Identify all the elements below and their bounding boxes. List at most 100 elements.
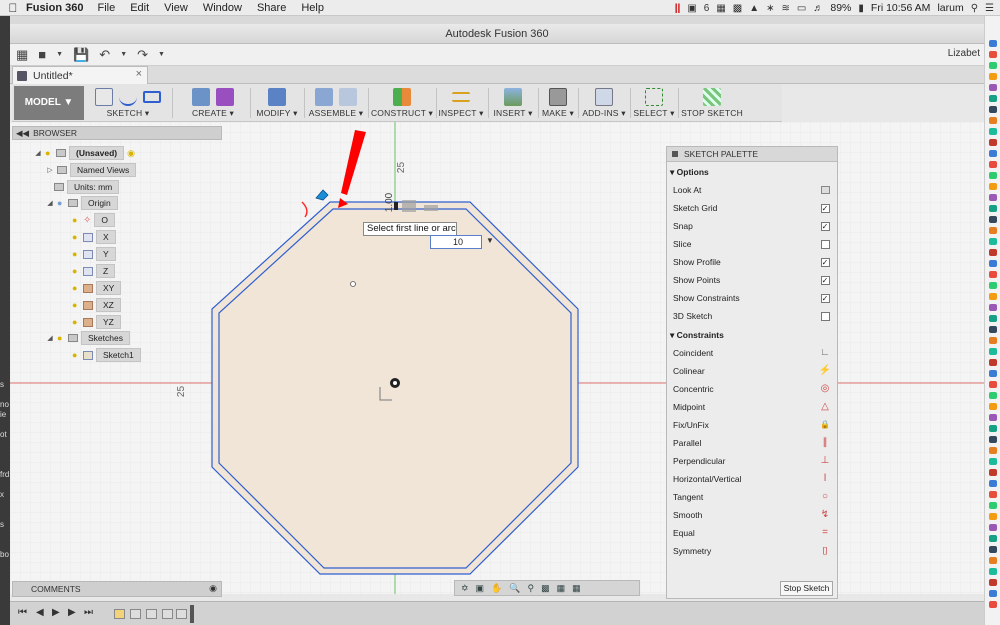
undo-icon[interactable]: ↶ [99, 46, 110, 64]
look-at-icon[interactable] [820, 186, 830, 194]
dock-app-icon[interactable] [989, 183, 997, 190]
dock-app-icon[interactable] [989, 117, 997, 124]
browser-node-units[interactable]: Units: mm [54, 180, 120, 194]
collapse-browser-icon[interactable]: ◀◀ [16, 128, 29, 139]
create-group[interactable]: CREATE ▾ [178, 86, 248, 120]
lightbulb-icon[interactable]: ● [72, 300, 80, 310]
look-at-nav-icon[interactable]: ▣ [476, 583, 485, 594]
add-comment-icon[interactable]: ◉ [209, 583, 217, 594]
file-icon[interactable]: ■ [38, 46, 46, 64]
browser-node-z-axis[interactable]: ● Z [72, 264, 116, 278]
parallels-icon[interactable]: || [675, 3, 681, 14]
save-icon[interactable]: 💾 [73, 46, 89, 64]
option-look-at[interactable]: Look At [673, 181, 831, 199]
spotlight-icon[interactable]: ⚲ [971, 3, 978, 14]
rectangle-icon[interactable] [143, 90, 161, 103]
comments-panel[interactable]: COMMENTS ◉ [12, 581, 222, 597]
dock-app-icon[interactable] [989, 502, 997, 509]
zoom-icon[interactable]: 🔍 [509, 583, 520, 594]
lightbulb-icon[interactable]: ● [57, 333, 65, 343]
new-component-icon[interactable] [315, 87, 333, 106]
lightbulb-icon[interactable]: ● [72, 266, 80, 276]
timeline-feature-icon[interactable] [146, 609, 157, 619]
redo-caret-icon[interactable]: ▼ [158, 51, 165, 58]
dock-app-icon[interactable] [989, 271, 997, 278]
dock-app-icon[interactable] [989, 601, 997, 608]
browser-node-xy-plane[interactable]: ● XY [72, 281, 122, 295]
constraint-midpoint[interactable]: Midpoint △ [673, 398, 831, 416]
lightbulb-icon[interactable]: ● [72, 283, 80, 293]
browser-node-y-axis[interactable]: ● Y [72, 247, 116, 261]
dock-app-icon[interactable] [989, 425, 997, 432]
browser-node-named-views[interactable]: ▷ Named Views [46, 163, 137, 177]
constraint-coincident[interactable]: Coincident ∟ [673, 344, 831, 362]
dock-app-icon[interactable] [989, 535, 997, 542]
browser-node-yz-plane[interactable]: ● YZ [72, 315, 121, 329]
dock-app-icon[interactable] [989, 337, 997, 344]
lightbulb-icon[interactable]: ● [72, 232, 80, 242]
timeline-feature-icon[interactable] [176, 609, 187, 619]
window-titlebar[interactable]: Autodesk Fusion 360 [10, 24, 984, 44]
insert-group[interactable]: INSERT ▾ [490, 86, 536, 120]
browser-node-root[interactable]: ◢ ● (Unsaved) ◉ [34, 146, 135, 160]
menu-edit[interactable]: Edit [130, 2, 149, 14]
dock-app-icon[interactable] [989, 359, 997, 366]
measure-icon[interactable] [452, 91, 470, 102]
constraint-colinear[interactable]: Colinear ⚡ [673, 362, 831, 380]
airplay-icon[interactable]: ▭ [797, 3, 806, 14]
dock-app-icon[interactable] [989, 436, 997, 443]
grid-settings-icon[interactable]: ▦ [557, 583, 566, 594]
expand-icon[interactable]: ◢ [34, 149, 42, 157]
stop-sketch-icon[interactable] [703, 87, 721, 106]
constraints-section-header[interactable]: ▾ Constraints [670, 330, 724, 341]
constraint-horizontal-vertical[interactable]: Horizontal/Vertical ǀ [673, 470, 831, 488]
option-show-points[interactable]: Show Points ✓ [673, 271, 831, 289]
constraint-perpendicular[interactable]: Perpendicular ⊥ [673, 452, 831, 470]
timeline-feature-icon[interactable] [162, 609, 173, 619]
undo-caret-icon[interactable]: ▼ [120, 51, 127, 58]
option-show-constraints[interactable]: Show Constraints ✓ [673, 289, 831, 307]
constraint-smooth[interactable]: Smooth ↯ [673, 506, 831, 524]
dock-app-icon[interactable] [989, 249, 997, 256]
shield-icon[interactable]: ▲ [749, 3, 759, 14]
dock-app-icon[interactable] [989, 150, 997, 157]
user-account[interactable]: Lizabet [948, 48, 980, 59]
dock-app-icon[interactable] [989, 161, 997, 168]
stop-sketch-group[interactable]: STOP SKETCH [680, 86, 744, 120]
volume-icon[interactable]: ♬ [813, 3, 823, 14]
step-forward-icon[interactable]: ▶ [68, 607, 76, 618]
dock-app-icon[interactable] [989, 392, 997, 399]
battery-percent[interactable]: 89% [830, 2, 851, 14]
app-status-icon[interactable]: ▣ [687, 3, 696, 14]
joint-icon[interactable] [339, 87, 357, 106]
expand-icon[interactable]: ◢ [46, 334, 54, 342]
workspace-switcher[interactable]: MODEL ▼ [14, 86, 84, 120]
timeline-sketch-icon[interactable] [114, 609, 125, 619]
browser-node-xz-plane[interactable]: ● XZ [72, 298, 121, 312]
dock-app-icon[interactable] [989, 469, 997, 476]
constraint-fix-unfix[interactable]: Fix/UnFix 🔒 [673, 416, 831, 434]
dock-app-icon[interactable] [989, 480, 997, 487]
orbit-icon[interactable]: ✡ [461, 583, 469, 594]
dock-app-icon[interactable] [989, 524, 997, 531]
dock-app-icon[interactable] [989, 282, 997, 289]
create-sketch-icon[interactable] [95, 87, 113, 106]
extrude-icon[interactable] [192, 87, 210, 106]
concentric-icon[interactable]: ◎ [821, 384, 830, 394]
notification-count[interactable]: 6 [704, 3, 710, 14]
dock-app-icon[interactable] [989, 304, 997, 311]
show-points-checkbox[interactable]: ✓ [820, 275, 830, 285]
coincident-icon[interactable]: ∟ [820, 348, 830, 358]
3d-sketch-checkbox[interactable] [820, 311, 830, 321]
dock-app-icon[interactable] [989, 260, 997, 267]
viewports-icon[interactable]: ▦ [572, 583, 581, 594]
fillet-radius-input[interactable]: 10 [430, 235, 482, 249]
apple-menu-icon[interactable]:  [0, 1, 26, 15]
app-menu[interactable]: Fusion 360 [26, 2, 83, 14]
tangent-icon[interactable]: ○ [822, 492, 828, 502]
constraint-parallel[interactable]: Parallel ∥ [673, 434, 831, 452]
parallel-icon[interactable]: ∥ [823, 438, 828, 448]
select-group[interactable]: SELECT ▾ [632, 86, 676, 120]
expand-icon[interactable]: ◢ [46, 199, 54, 207]
dock-app-icon[interactable] [989, 447, 997, 454]
